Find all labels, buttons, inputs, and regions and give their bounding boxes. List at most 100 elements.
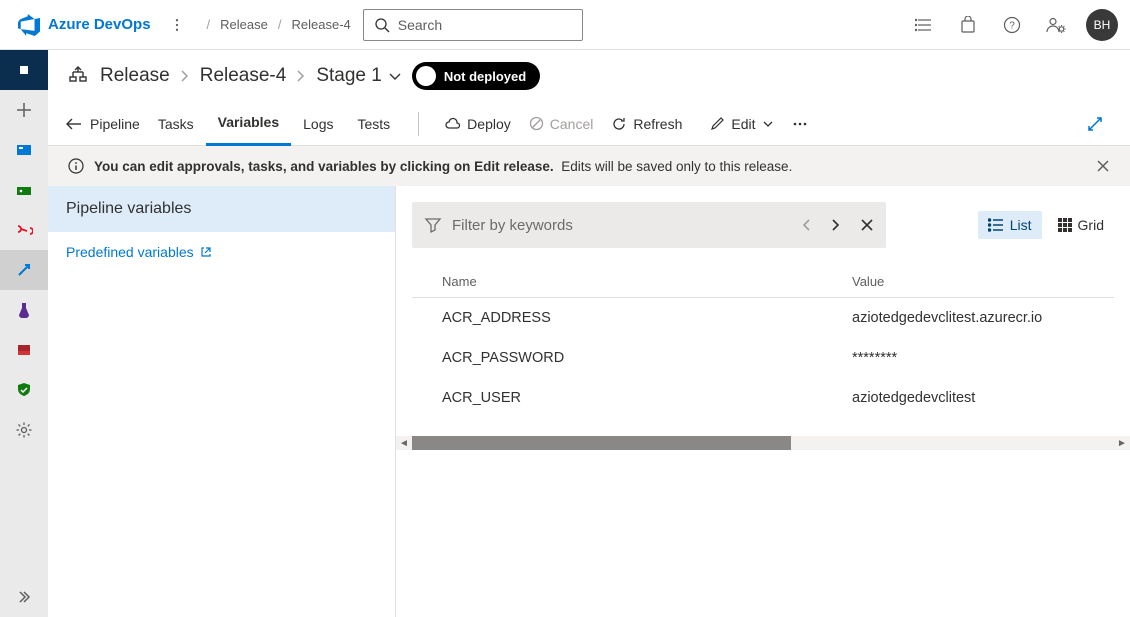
ellipsis-icon: [792, 116, 808, 132]
work-items-icon[interactable]: [904, 5, 944, 45]
info-close[interactable]: [1096, 159, 1110, 173]
scroll-left-icon[interactable]: ◄: [396, 436, 412, 450]
rail-settings[interactable]: [0, 410, 48, 450]
project-menu-icon[interactable]: [161, 9, 193, 41]
th-name[interactable]: Name: [442, 274, 852, 289]
external-link-icon: [200, 246, 212, 258]
info-bold: You can edit approvals, tasks, and varia…: [94, 159, 554, 174]
cell-value: ********: [852, 350, 897, 366]
azure-devops-logo-icon: [18, 14, 40, 36]
cell-value: aziotedgedevclitest: [852, 390, 975, 406]
filter-next[interactable]: [830, 217, 842, 233]
rail-boards[interactable]: [0, 130, 48, 170]
release-header: Release Release-4 Stage 1 Not deployed: [48, 50, 1130, 102]
rail-overview[interactable]: [0, 50, 48, 90]
rail-pipelines[interactable]: [0, 250, 48, 290]
rail-pipelines-repo[interactable]: [0, 210, 48, 250]
th-value[interactable]: Value: [852, 274, 884, 289]
cancel-icon: [529, 116, 544, 131]
breadcrumb-sep: /: [207, 17, 211, 32]
scroll-thumb[interactable]: [412, 436, 791, 450]
fullscreen-button[interactable]: [1078, 115, 1112, 133]
search-icon: [374, 17, 390, 33]
left-nav-rail: [0, 50, 48, 617]
table-row[interactable]: ACR_USER aziotedgedevclitest: [412, 378, 1114, 418]
cancel-button: Cancel: [521, 116, 602, 132]
search-input[interactable]: Search: [363, 9, 583, 41]
info-bar: You can edit approvals, tasks, and varia…: [48, 146, 1130, 186]
tab-tasks[interactable]: Tasks: [146, 102, 206, 146]
rail-expand[interactable]: [0, 577, 48, 617]
tab-logs[interactable]: Logs: [291, 102, 345, 146]
toolbar: Pipeline Tasks Variables Logs Tests Depl…: [48, 102, 1130, 146]
horizontal-scrollbar[interactable]: ◄ ►: [396, 436, 1130, 450]
brand-text: Azure DevOps: [48, 16, 151, 33]
variables-table: Name Value ACR_ADDRESS aziotedgedevclite…: [412, 266, 1114, 418]
pencil-icon: [710, 116, 725, 131]
cloud-icon: [443, 117, 461, 131]
deploy-status-pill: Not deployed: [412, 62, 540, 90]
refresh-icon: [611, 116, 627, 132]
info-rest: Edits will be saved only to this release…: [561, 159, 792, 174]
expand-icon: [1086, 115, 1104, 133]
table-row[interactable]: ACR_PASSWORD ********: [412, 338, 1114, 378]
deploy-button[interactable]: Deploy: [435, 116, 519, 132]
back-to-pipeline[interactable]: Pipeline: [66, 116, 140, 132]
avatar-initials: BH: [1094, 18, 1111, 32]
top-bar: Azure DevOps / Release / Release-4 Searc…: [0, 0, 1130, 50]
stage-dropdown[interactable]: Stage 1: [316, 65, 402, 87]
edit-button[interactable]: Edit: [702, 116, 781, 132]
chevron-right-icon: [180, 69, 190, 83]
filter-prev[interactable]: [800, 217, 812, 233]
view-grid-button[interactable]: Grid: [1048, 211, 1114, 239]
tabs: Tasks Variables Logs Tests: [146, 102, 402, 146]
breadcrumb-release[interactable]: Release: [220, 17, 268, 32]
list-icon: [988, 218, 1004, 232]
help-icon[interactable]: ?: [992, 5, 1032, 45]
rail-add[interactable]: [0, 90, 48, 130]
tab-tests[interactable]: Tests: [345, 102, 402, 146]
table-header: Name Value: [412, 266, 1114, 298]
table-row[interactable]: ACR_ADDRESS aziotedgedevclitest.azurecr.…: [412, 298, 1114, 338]
release-icon: [66, 64, 90, 88]
header-release[interactable]: Release: [100, 65, 170, 87]
chevron-down-icon: [388, 69, 402, 83]
deploy-status-text: Not deployed: [444, 69, 526, 84]
pipeline-variables-heading[interactable]: Pipeline variables: [48, 186, 395, 232]
variables-sidepanel: Pipeline variables Predefined variables: [48, 186, 396, 617]
info-icon: [68, 158, 84, 174]
divider: [418, 112, 419, 136]
rail-compliance[interactable]: [0, 370, 48, 410]
rail-artifacts[interactable]: [0, 330, 48, 370]
refresh-button[interactable]: Refresh: [603, 116, 690, 132]
cell-name: ACR_PASSWORD: [442, 350, 852, 366]
rail-repos[interactable]: [0, 170, 48, 210]
close-icon: [1096, 159, 1110, 173]
arrow-left-icon: [66, 117, 82, 131]
grid-icon: [1058, 218, 1072, 232]
top-breadcrumb: / Release / Release-4: [207, 17, 351, 32]
more-actions[interactable]: [784, 116, 816, 132]
header-release-id[interactable]: Release-4: [200, 65, 287, 87]
filter-icon: [424, 216, 442, 234]
view-list-button[interactable]: List: [978, 211, 1042, 239]
scroll-right-icon[interactable]: ►: [1114, 436, 1130, 450]
filter-input[interactable]: Filter by keywords: [412, 202, 886, 248]
marketplace-icon[interactable]: [948, 5, 988, 45]
brand[interactable]: Azure DevOps: [8, 14, 161, 36]
breadcrumb-sep: /: [278, 17, 282, 32]
chevron-right-icon: [296, 69, 306, 83]
search-placeholder: Search: [398, 17, 442, 33]
cell-name: ACR_USER: [442, 390, 852, 406]
rail-test-plans[interactable]: [0, 290, 48, 330]
chevron-down-icon: [762, 118, 774, 130]
cell-value: aziotedgedevclitest.azurecr.io: [852, 310, 1042, 326]
filter-clear[interactable]: [860, 218, 874, 232]
scroll-track[interactable]: [412, 436, 1114, 450]
tab-variables[interactable]: Variables: [206, 102, 292, 146]
breadcrumb-release-id[interactable]: Release-4: [292, 17, 351, 32]
avatar[interactable]: BH: [1086, 9, 1118, 41]
status-dot-icon: [416, 66, 436, 86]
user-settings-icon[interactable]: [1036, 5, 1076, 45]
predefined-variables-link[interactable]: Predefined variables: [48, 232, 395, 272]
